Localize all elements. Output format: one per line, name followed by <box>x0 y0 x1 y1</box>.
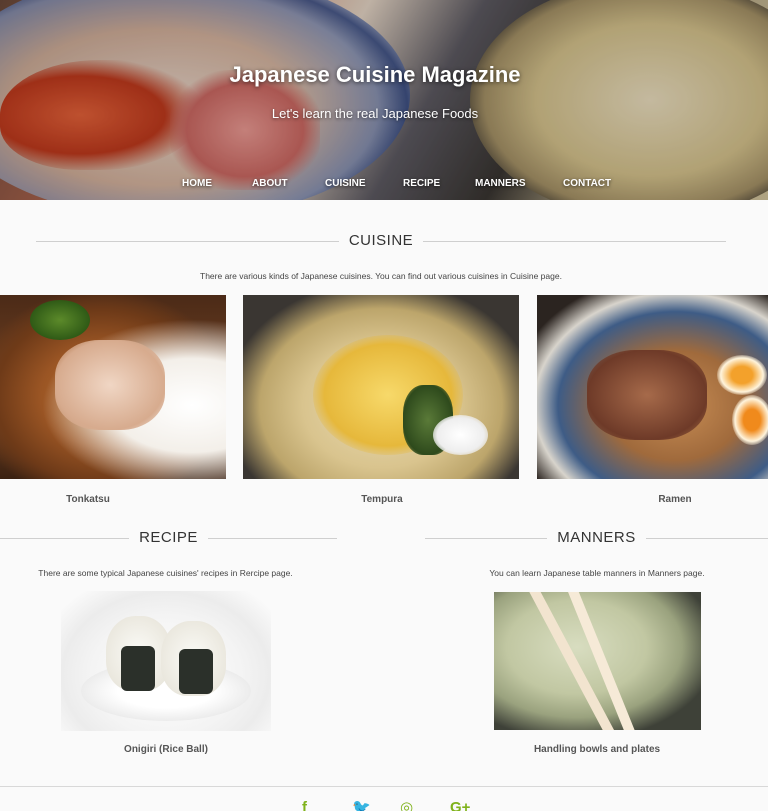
footer-divider <box>0 786 768 787</box>
manners-description: You can learn Japanese table manners in … <box>489 568 705 578</box>
manners-heading-block: MANNERS <box>425 529 768 549</box>
recipe-description: There are some typical Japanese cuisines… <box>38 568 293 578</box>
cuisine-heading: CUISINE <box>338 232 424 249</box>
tonkatsu-image[interactable] <box>0 295 226 479</box>
cuisine-description: There are various kinds of Japanese cuis… <box>200 271 562 281</box>
google-plus-icon[interactable]: G+ <box>450 800 470 811</box>
nav-contact[interactable]: CONTACT <box>563 178 611 189</box>
ramen-caption[interactable]: Ramen <box>575 494 768 505</box>
recipe-heading-block: RECIPE <box>0 529 337 549</box>
recipe-heading: RECIPE <box>129 529 208 546</box>
twitter-icon[interactable]: 🐦 <box>352 800 371 811</box>
cuisine-heading-block: CUISINE <box>36 232 726 252</box>
manners-caption[interactable]: Handling bowls and plates <box>497 744 697 755</box>
social-links: f 🐦 ◎ G+ <box>300 800 480 811</box>
onigiri-caption[interactable]: Onigiri (Rice Ball) <box>66 744 266 755</box>
site-subtitle: Let's learn the real Japanese Foods <box>271 106 479 121</box>
manners-heading: MANNERS <box>547 529 646 546</box>
nav-home[interactable]: HOME <box>182 178 212 189</box>
nav-manners[interactable]: MANNERS <box>475 178 526 189</box>
facebook-icon[interactable]: f <box>302 800 307 811</box>
site-title[interactable]: Japanese Cuisine Magazine <box>0 62 750 88</box>
onigiri-image[interactable] <box>61 591 271 731</box>
tempura-caption[interactable]: Tempura <box>282 494 482 505</box>
tempura-image[interactable] <box>243 295 519 479</box>
nav-cuisine[interactable]: CUISINE <box>325 178 366 189</box>
nav-recipe[interactable]: RECIPE <box>403 178 440 189</box>
instagram-icon[interactable]: ◎ <box>400 800 413 811</box>
ramen-image[interactable] <box>537 295 768 479</box>
tonkatsu-caption[interactable]: Tonkatsu <box>0 494 176 505</box>
main-nav: HOME ABOUT CUISINE RECIPE MANNERS CONTAC… <box>0 178 768 194</box>
nav-about[interactable]: ABOUT <box>252 178 288 189</box>
bowl-chopsticks-image[interactable] <box>494 592 701 730</box>
hero-banner: Japanese Cuisine Magazine Let's learn th… <box>0 0 768 200</box>
